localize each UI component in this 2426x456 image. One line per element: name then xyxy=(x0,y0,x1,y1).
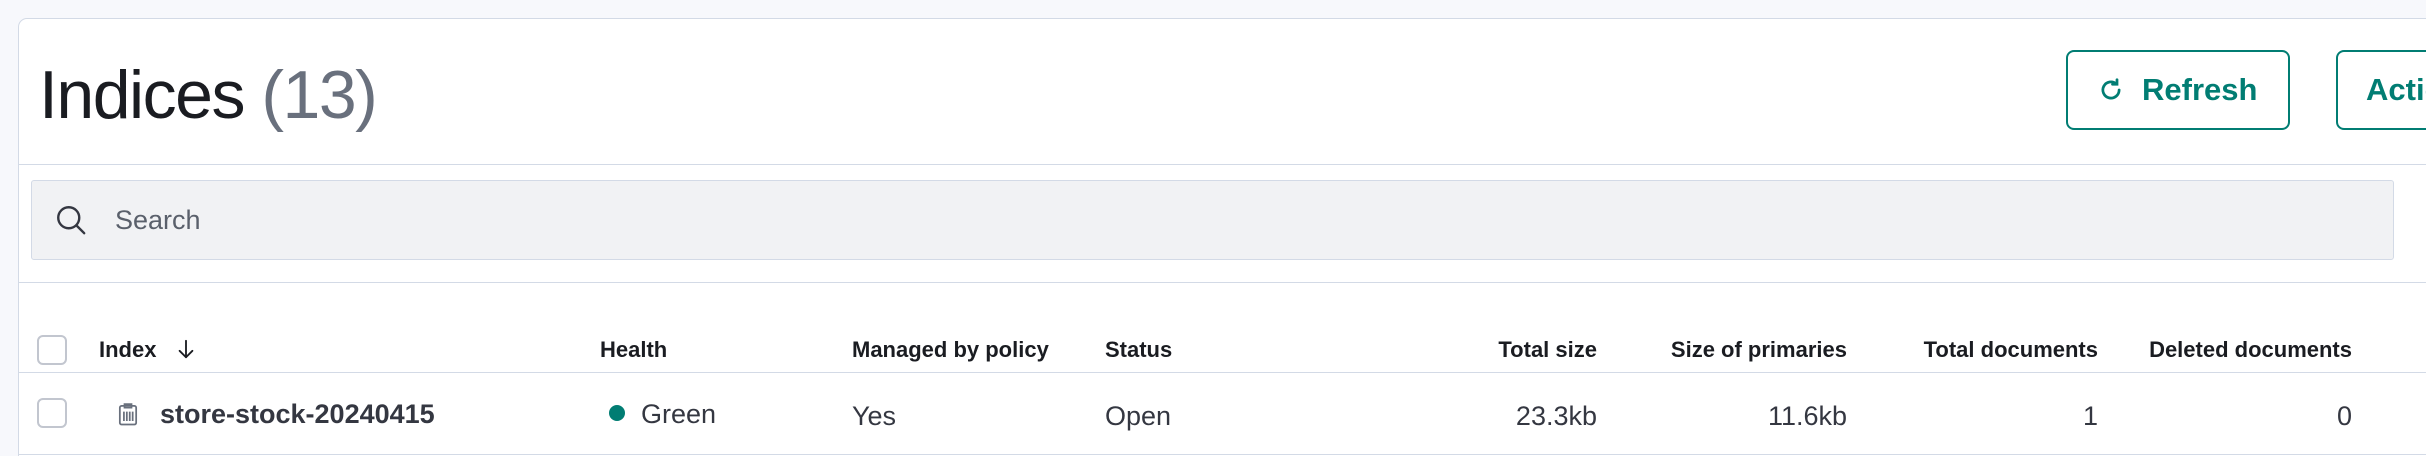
column-header-index[interactable]: Index xyxy=(99,339,197,362)
search-box[interactable] xyxy=(31,180,2394,260)
indices-panel: Indices (13) Refresh Actions xyxy=(18,18,2426,456)
index-count: (13) xyxy=(261,57,377,133)
clipboard-icon xyxy=(114,400,142,433)
managed-by-policy-value: Yes xyxy=(852,401,897,431)
arrow-down-icon xyxy=(175,338,197,360)
refresh-button[interactable]: Refresh xyxy=(2066,50,2290,130)
page-header: Indices (13) Refresh Actions xyxy=(19,19,2426,165)
page-title-text: Indices xyxy=(39,57,245,133)
size-of-primaries-value: 11.6kb xyxy=(1767,401,1847,431)
index-name-link[interactable]: store-stock-20240415 xyxy=(160,401,435,428)
status-value: Open xyxy=(1105,401,1172,431)
table-header: Index Health Managed by policy Status To… xyxy=(19,283,2426,373)
column-header-deleted-documents[interactable]: Deleted documents xyxy=(2119,339,2352,361)
table-row: store-stock-20240415 Green Yes Open 23.3… xyxy=(19,373,2426,455)
column-header-health[interactable]: Health xyxy=(600,339,667,361)
refresh-label: Refresh xyxy=(2142,72,2258,107)
column-header-index-label: Index xyxy=(99,337,157,362)
search-icon xyxy=(53,202,89,238)
column-header-status[interactable]: Status xyxy=(1105,339,1172,361)
actions-label: Actions xyxy=(2366,72,2426,107)
page-title: Indices (13) xyxy=(39,61,378,129)
health-dot-icon xyxy=(609,404,625,421)
actions-button[interactable]: Actions xyxy=(2336,50,2426,130)
refresh-icon xyxy=(2096,75,2126,105)
column-header-total-size[interactable]: Total size xyxy=(1399,339,1597,361)
search-input[interactable] xyxy=(115,204,2315,236)
total-documents-value: 1 xyxy=(2082,401,2098,431)
column-header-managed-by-policy[interactable]: Managed by policy xyxy=(852,339,1049,361)
row-checkbox[interactable] xyxy=(37,398,67,428)
health-status: Green xyxy=(609,401,716,428)
total-size-value: 23.3kb xyxy=(1515,401,1597,431)
deleted-documents-value: 0 xyxy=(2336,401,2352,431)
search-bar-area xyxy=(19,165,2426,283)
health-label: Green xyxy=(641,399,717,429)
select-all-checkbox[interactable] xyxy=(37,335,67,365)
column-header-size-of-primaries[interactable]: Size of primaries xyxy=(1619,339,1847,361)
column-header-total-documents[interactable]: Total documents xyxy=(1869,339,2098,361)
